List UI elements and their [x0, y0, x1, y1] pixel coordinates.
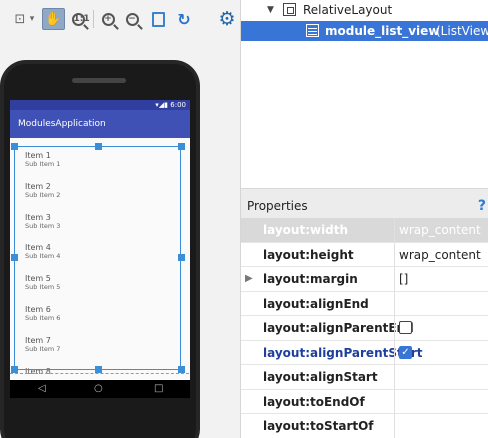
resize-handle-top[interactable] [95, 143, 102, 150]
resize-handle-top-left[interactable] [11, 143, 18, 150]
tree-expand-arrow-icon[interactable]: ▼ [267, 0, 274, 20]
pan-mode-icon[interactable]: ✋ [42, 8, 65, 30]
property-name: layout:width [263, 223, 349, 237]
tree-node-relativelayout[interactable]: ▼ RelativeLayout [241, 0, 488, 20]
relativelayout-icon [283, 3, 296, 16]
property-value-cell: ✓ [394, 340, 488, 365]
app-title: ModulesApplication [18, 119, 106, 129]
property-name: layout:margin [263, 272, 358, 286]
expand-arrow-icon[interactable]: ▶ [245, 267, 253, 291]
property-value-field[interactable]: wrap_content [394, 218, 488, 242]
inspector-panel: ▼ RelativeLayout module_list_view (ListV… [240, 0, 488, 438]
property-row-align-parent-start[interactable]: layout:alignParentStart ✓ [241, 340, 488, 365]
properties-header: Properties ? [241, 188, 488, 218]
property-row-height[interactable]: layout:height wrap_content [241, 242, 488, 267]
property-value-field[interactable] [394, 414, 488, 438]
property-value-field[interactable]: wrap_content [394, 242, 488, 267]
zoom-in-icon[interactable]: + [98, 8, 118, 30]
layout-guide-line [10, 373, 189, 374]
resize-handle-bottom-left[interactable] [11, 366, 18, 373]
property-name: layout:alignEnd [263, 296, 369, 311]
tree-node-type: (ListView) [436, 24, 488, 38]
property-value-field[interactable] [394, 291, 488, 316]
status-bar: ▾◢▮ 6:00 [10, 100, 190, 110]
device-speaker [72, 78, 126, 83]
resize-handle-left[interactable] [11, 254, 18, 261]
property-name: layout:toStartOf [263, 419, 374, 433]
toolbar-separator [93, 10, 94, 28]
resize-handle-top-right[interactable] [178, 143, 185, 150]
property-value-field[interactable] [394, 365, 488, 389]
properties-table: layout:width wrap_content layout:height … [241, 218, 488, 438]
property-row-to-end-of[interactable]: layout:toEndOf [241, 389, 488, 414]
zoom-out-icon[interactable]: − [122, 8, 142, 30]
property-row-align-start[interactable]: layout:alignStart [241, 365, 488, 390]
tree-node-module-list-view[interactable]: module_list_view (ListView) [241, 21, 488, 41]
resize-handle-right[interactable] [178, 254, 185, 261]
resize-handle-bottom[interactable] [95, 366, 102, 373]
resize-handle-bottom-right[interactable] [178, 366, 185, 373]
property-name: layout:alignStart [263, 370, 378, 384]
align-parent-end-checkbox[interactable] [399, 321, 412, 334]
refresh-icon[interactable]: ↻ [174, 8, 194, 30]
property-row-align-parent-end[interactable]: layout:alignParentEnd [241, 316, 488, 341]
property-name: layout:toEndOf [263, 394, 365, 409]
property-value-field[interactable] [394, 389, 488, 414]
layout-toolbar: ⊡ ▾ ✋ 1:1 + − ↻ ⚙ [0, 0, 240, 38]
app-bar: ModulesApplication [10, 110, 190, 138]
listview-icon [306, 24, 319, 37]
property-row-align-end[interactable]: layout:alignEnd [241, 291, 488, 316]
tree-node-label: RelativeLayout [303, 3, 393, 17]
property-name: layout:alignParentEnd [263, 321, 414, 335]
property-value-cell [394, 316, 488, 340]
page-icon[interactable] [148, 8, 168, 30]
property-row-to-start-of[interactable]: layout:toStartOf [241, 414, 488, 438]
selection-frame[interactable] [14, 146, 181, 370]
chevron-down-icon[interactable]: ▾ [26, 8, 38, 30]
settings-gear-icon[interactable]: ⚙ [217, 8, 237, 30]
design-canvas[interactable]: ⊡ ▾ ✋ 1:1 + − ↻ ⚙ ▾◢▮ 6:00 ModulesApplic… [0, 0, 240, 438]
tree-node-id: module_list_view [325, 24, 440, 38]
properties-title: Properties [247, 199, 308, 213]
actual-size-icon[interactable]: 1:1 [68, 8, 90, 30]
align-parent-start-checkbox[interactable]: ✓ [399, 345, 412, 359]
property-row-width[interactable]: layout:width wrap_content [241, 218, 488, 243]
property-row-margin[interactable]: ▶ layout:margin [] [241, 267, 488, 292]
property-value-field[interactable]: [] [394, 267, 488, 291]
status-time: 6:00 [170, 101, 186, 109]
property-name: layout:height [263, 247, 354, 262]
